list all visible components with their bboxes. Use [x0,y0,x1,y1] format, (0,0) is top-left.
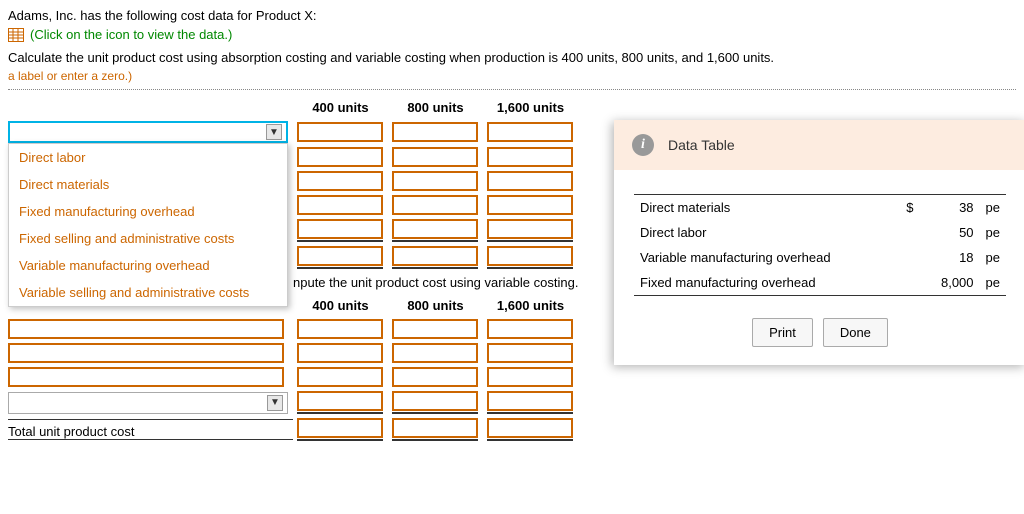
value-input[interactable] [297,171,383,191]
data-value: 18 [920,245,980,270]
value-input[interactable] [297,246,383,266]
table-row: Variable manufacturing overhead 18 pe [634,245,1006,270]
value-input[interactable] [297,122,383,142]
value-input[interactable] [392,219,478,239]
dropdown-option[interactable]: Direct materials [9,171,287,198]
currency-symbol [860,270,920,296]
chevron-down-icon: ▼ [267,395,283,411]
value-input[interactable] [392,147,478,167]
col-header-400: 400 units [293,298,388,313]
total-label: Total unit product cost [8,419,293,440]
dropdown-option[interactable]: Direct labor [9,144,287,171]
value-input[interactable] [487,343,573,363]
value-input[interactable] [392,343,478,363]
cost-type-dropdown-2[interactable]: ▼ [8,392,288,414]
value-input[interactable] [297,319,383,339]
data-label: Variable manufacturing overhead [634,245,860,270]
done-button[interactable]: Done [823,318,888,347]
data-value: 50 [920,220,980,245]
value-input[interactable] [487,367,573,387]
data-unit: pe [980,195,1006,221]
value-input[interactable] [297,343,383,363]
hint-fragment: a label or enter a zero.) [8,69,1016,83]
cost-row: ▼ [8,391,628,414]
data-table: Direct materials $ 38 pe Direct labor 50… [634,194,1006,296]
question-text: Calculate the unit product cost using ab… [8,50,1016,65]
label-input[interactable] [8,343,284,363]
cost-row [8,319,628,339]
total-row-2: Total unit product cost [8,418,628,441]
column-headers-2: 400 units 800 units 1,600 units [293,298,628,313]
value-input[interactable] [297,391,383,411]
label-input[interactable] [8,367,284,387]
column-headers-1: 400 units 800 units 1,600 units [293,100,628,115]
col-header-1600: 1,600 units [483,100,578,115]
label-input[interactable] [8,319,284,339]
value-input[interactable] [487,147,573,167]
value-input[interactable] [392,122,478,142]
value-input[interactable] [487,219,573,239]
variable-costing-instruction: npute the unit product cost using variab… [293,275,628,290]
currency-symbol [860,220,920,245]
value-input[interactable] [392,319,478,339]
table-row: Fixed manufacturing overhead 8,000 pe [634,270,1006,296]
value-input[interactable] [297,147,383,167]
data-label: Direct materials [634,195,860,221]
modal-title: Data Table [668,137,735,153]
col-header-400: 400 units [293,100,388,115]
data-value: 38 [920,195,980,221]
currency-symbol [860,245,920,270]
print-button[interactable]: Print [752,318,813,347]
value-input[interactable] [487,418,573,438]
value-input[interactable] [297,195,383,215]
modal-header: i Data Table [614,120,1024,170]
cost-row [8,343,628,363]
data-label: Fixed manufacturing overhead [634,270,860,296]
dropdown-list: Direct labor Direct materials Fixed manu… [8,143,288,307]
value-input[interactable] [297,367,383,387]
dropdown-option[interactable]: Variable manufacturing overhead [9,252,287,279]
data-label: Direct labor [634,220,860,245]
data-unit: pe [980,270,1006,296]
value-input[interactable] [487,391,573,411]
info-icon: i [632,134,654,156]
table-row: Direct labor 50 pe [634,220,1006,245]
value-input[interactable] [392,367,478,387]
intro-text: Adams, Inc. has the following cost data … [8,8,1016,23]
value-input[interactable] [297,418,383,438]
col-header-800: 800 units [388,100,483,115]
value-input[interactable] [487,319,573,339]
table-icon [8,28,24,42]
value-input[interactable] [392,418,478,438]
value-input[interactable] [487,195,573,215]
cost-row-1: ▼ Direct labor Direct materials Fixed ma… [8,121,628,143]
data-link-text: (Click on the icon to view the data.) [30,27,232,42]
col-header-1600: 1,600 units [483,298,578,313]
data-value: 8,000 [920,270,980,296]
table-row: Direct materials $ 38 pe [634,195,1006,221]
dropdown-option[interactable]: Fixed selling and administrative costs [9,225,287,252]
data-unit: pe [980,245,1006,270]
cost-type-dropdown[interactable]: ▼ Direct labor Direct materials Fixed ma… [8,121,288,143]
data-link-row[interactable]: (Click on the icon to view the data.) [8,27,1016,42]
value-input[interactable] [392,246,478,266]
value-input[interactable] [392,171,478,191]
divider [8,89,1016,90]
data-table-modal: i Data Table Direct materials $ 38 pe Di… [614,120,1024,365]
col-header-800: 800 units [388,298,483,313]
value-input[interactable] [392,391,478,411]
value-input[interactable] [487,171,573,191]
data-unit: pe [980,220,1006,245]
value-input[interactable] [487,122,573,142]
value-input[interactable] [392,195,478,215]
dropdown-option[interactable]: Variable selling and administrative cost… [9,279,287,306]
value-input[interactable] [297,219,383,239]
currency-symbol: $ [860,195,920,221]
value-input[interactable] [487,246,573,266]
chevron-down-icon: ▼ [266,124,282,140]
cost-row [8,367,628,387]
dropdown-option[interactable]: Fixed manufacturing overhead [9,198,287,225]
